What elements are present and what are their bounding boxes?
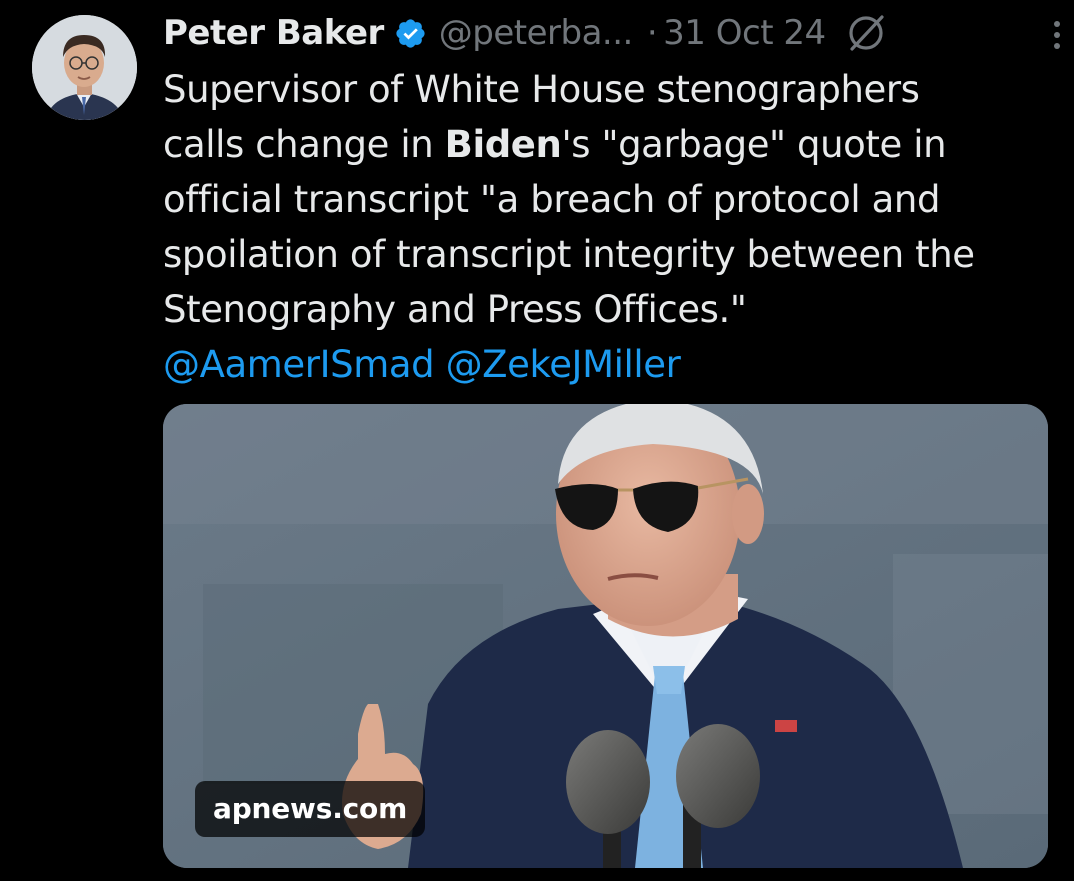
tweet-text-line: Stenography and Press Offices." [163, 288, 747, 331]
grok-icon[interactable] [844, 11, 888, 55]
header-separator: · [646, 13, 658, 53]
tweet-mentions: @AamerISmad @ZekeJMiller [163, 337, 1043, 392]
author-avatar[interactable] [32, 15, 137, 120]
author-display-name[interactable]: Peter Baker [163, 13, 384, 53]
tweet-header: Peter Baker @peterba... · 31 Oct 24 [163, 8, 1060, 58]
tweet-text: Supervisor of White House stenographers … [163, 62, 1043, 392]
tweet-text-line: calls change in Biden's "garbage" quote … [163, 117, 1043, 172]
link-card-image[interactable]: apnews.com [163, 404, 1048, 868]
more-vertical-icon[interactable] [1047, 18, 1067, 52]
highlighted-term: Biden [444, 123, 562, 166]
verified-badge-icon[interactable] [394, 17, 427, 50]
tweet-text-line: Supervisor of White House stenographers [163, 68, 920, 111]
author-handle[interactable]: @peterba... [439, 13, 634, 53]
tweet-timestamp[interactable]: 31 Oct 24 [663, 13, 826, 53]
tweet-text-line: official transcript "a breach of protoco… [163, 178, 941, 221]
mention-link[interactable]: @AamerISmad [163, 343, 435, 386]
tweet-text-line: spoilation of transcript integrity betwe… [163, 233, 975, 276]
link-source-domain[interactable]: apnews.com [195, 781, 426, 837]
tweet-text-segment: 's "garbage" quote in [561, 123, 947, 166]
mention-link[interactable]: @ZekeJMiller [446, 343, 681, 386]
tweet-text-segment: calls change in [163, 123, 445, 166]
avatar-photo [32, 15, 137, 120]
tweet[interactable]: Peter Baker @peterba... · 31 Oct 24 Supe… [0, 0, 1074, 881]
